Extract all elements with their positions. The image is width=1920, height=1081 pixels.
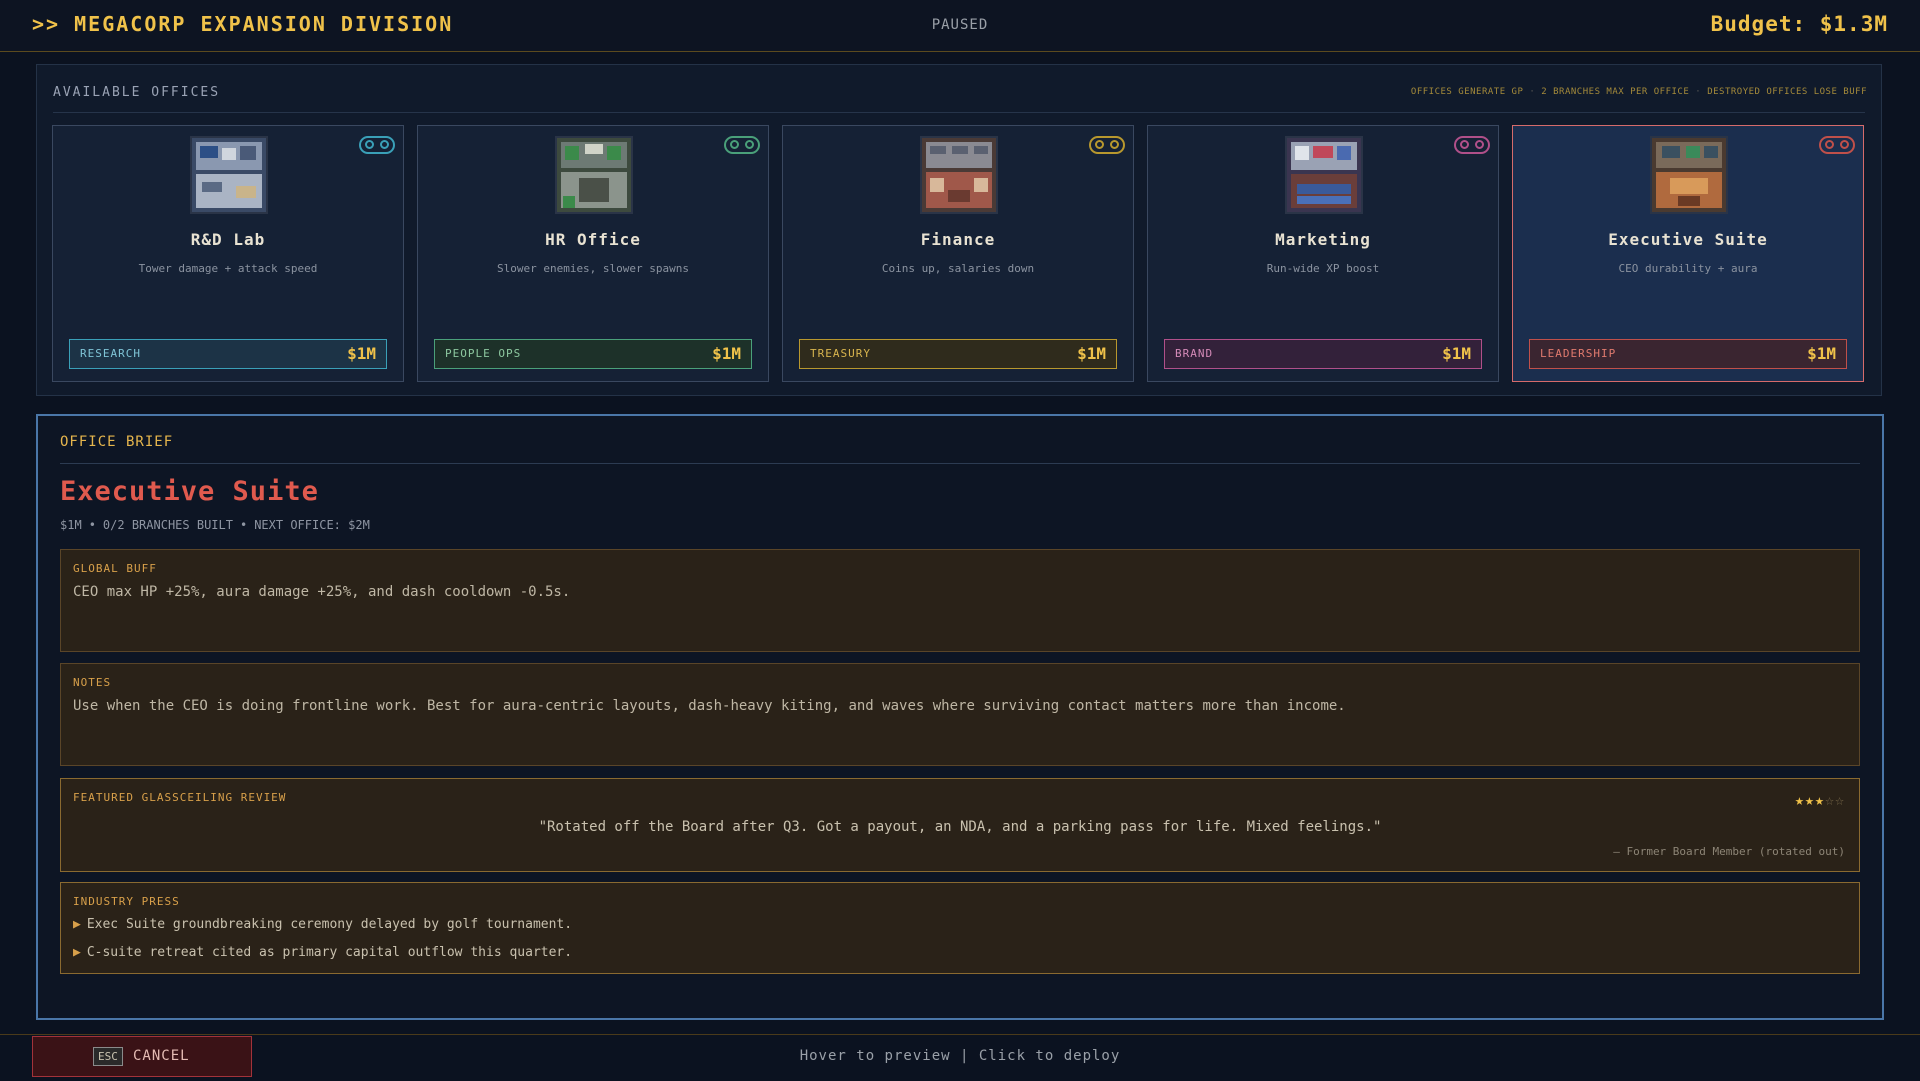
office-price: $1M <box>1807 344 1836 363</box>
meta-cost: $1M <box>60 518 82 532</box>
branch-slots-icon <box>1089 136 1125 154</box>
brief-office-title: Executive Suite <box>60 476 319 507</box>
review-label: FEATURED GLASSCEILING REVIEW <box>73 791 287 804</box>
office-card-rnd-lab[interactable]: R&D Lab Tower damage + attack speed RESE… <box>52 125 404 382</box>
paused-status: PAUSED <box>931 17 989 33</box>
category-label: PEOPLE OPS <box>445 347 522 360</box>
available-offices-panel: AVAILABLE OFFICES OFFICES GENERATE GP · 2 … <box>36 64 1882 396</box>
office-description: CEO durability + aura <box>1618 262 1758 275</box>
meta-branches: 0/2 BRANCHES BUILT <box>102 518 233 532</box>
available-offices-heading: AVAILABLE OFFICES <box>53 85 221 100</box>
office-name: HR Office <box>545 230 641 249</box>
office-description: Coins up, salaries down <box>881 262 1035 275</box>
info-item: DESTROYED OFFICES LOSE BUFF <box>1707 87 1867 97</box>
lab-office-icon <box>190 136 268 214</box>
hr-office-icon <box>555 136 633 214</box>
stars-empty: ☆☆ <box>1824 791 1845 809</box>
finance-office-icon <box>920 136 998 214</box>
branch-slots-icon <box>359 136 395 154</box>
office-brief-panel: OFFICE BRIEF Executive Suite $1M • 0/2 BRA… <box>36 414 1884 1020</box>
controls-hint: Hover to preview | Click to deploy <box>799 1048 1121 1064</box>
office-name: Marketing <box>1275 230 1371 249</box>
office-brief-heading: OFFICE BRIEF <box>60 434 174 450</box>
divider <box>53 112 1865 113</box>
office-card-finance[interactable]: Finance Coins up, salaries down TREASURY… <box>782 125 1134 382</box>
office-category-bar: LEADERSHIP $1M <box>1529 339 1847 369</box>
office-category-bar: PEOPLE OPS $1M <box>434 339 752 369</box>
global-buff-label: GLOBAL BUFF <box>73 562 157 575</box>
global-buff-text: CEO max HP +25%, aura damage +25%, and d… <box>73 584 571 600</box>
info-item: OFFICES GENERATE GP <box>1410 87 1524 97</box>
notes-text: Use when the CEO is doing frontline work… <box>73 698 1346 714</box>
meta-next-office: NEXT OFFICE: $2M <box>254 518 370 532</box>
bullet-arrow-icon: ▶ <box>73 945 81 960</box>
office-card-executive-suite[interactable]: Executive Suite CEO durability + aura LE… <box>1512 125 1864 382</box>
press-item: ▶ Exec Suite groundbreaking ceremony dela… <box>73 917 572 932</box>
category-label: LEADERSHIP <box>1540 347 1617 360</box>
review-box: FEATURED GLASSCEILING REVIEW ★★★☆☆ "Rota… <box>60 778 1860 872</box>
office-name: Executive Suite <box>1608 230 1768 249</box>
branch-slots-icon <box>1819 136 1855 154</box>
press-box: INDUSTRY PRESS ▶ Exec Suite groundbreakin… <box>60 882 1860 974</box>
divider <box>60 463 1860 464</box>
office-price: $1M <box>347 344 376 363</box>
office-category-bar: TREASURY $1M <box>799 339 1117 369</box>
budget-readout: Budget: $1.3M <box>1710 12 1888 36</box>
office-card-hr-office[interactable]: HR Office Slower enemies, slower spawns … <box>417 125 769 382</box>
bullet-arrow-icon: ▶ <box>73 917 81 932</box>
star-rating: ★★★☆☆ <box>1795 791 1845 809</box>
press-label: INDUSTRY PRESS <box>73 895 180 908</box>
category-label: RESEARCH <box>80 347 141 360</box>
office-category-bar: RESEARCH $1M <box>69 339 387 369</box>
office-price: $1M <box>712 344 741 363</box>
branch-slots-icon <box>1454 136 1490 154</box>
notes-label: NOTES <box>73 676 112 689</box>
branch-slots-icon <box>724 136 760 154</box>
category-label: TREASURY <box>810 347 871 360</box>
press-item: ▶ C-suite retreat cited as primary capita… <box>73 945 572 960</box>
marketing-office-icon <box>1285 136 1363 214</box>
offices-info: OFFICES GENERATE GP · 2 BRANCHES MAX PER O… <box>1410 87 1867 97</box>
top-bar: >> MEGACORP EXPANSION DIVISION PAUSED Bu… <box>0 0 1920 52</box>
office-price: $1M <box>1442 344 1471 363</box>
category-label: BRAND <box>1175 347 1214 360</box>
global-buff-box: GLOBAL BUFF CEO max HP +25%, aura damage… <box>60 549 1860 652</box>
office-description: Tower damage + attack speed <box>138 262 318 275</box>
executive-office-icon <box>1650 136 1728 214</box>
review-quote: "Rotated off the Board after Q3. Got a p… <box>538 819 1382 835</box>
office-category-bar: BRAND $1M <box>1164 339 1482 369</box>
notes-box: NOTES Use when the CEO is doing frontlin… <box>60 663 1860 766</box>
review-attribution: — Former Board Member (rotated out) <box>1613 845 1845 858</box>
office-description: Slower enemies, slower spawns <box>496 262 690 275</box>
office-price: $1M <box>1077 344 1106 363</box>
office-name: Finance <box>920 230 996 249</box>
press-item-text: C-suite retreat cited as primary capital… <box>86 945 573 960</box>
office-description: Run-wide XP boost <box>1266 262 1380 275</box>
brief-meta: $1M • 0/2 BRANCHES BUILT • NEXT OFFICE: $2M <box>60 518 370 532</box>
office-card-marketing[interactable]: Marketing Run-wide XP boost BRAND $1M <box>1147 125 1499 382</box>
office-name: R&D Lab <box>190 230 266 249</box>
press-item-text: Exec Suite groundbreaking ceremony delay… <box>86 917 573 932</box>
info-item: 2 BRANCHES MAX PER OFFICE <box>1541 87 1690 97</box>
stars-filled: ★★★ <box>1794 791 1825 809</box>
